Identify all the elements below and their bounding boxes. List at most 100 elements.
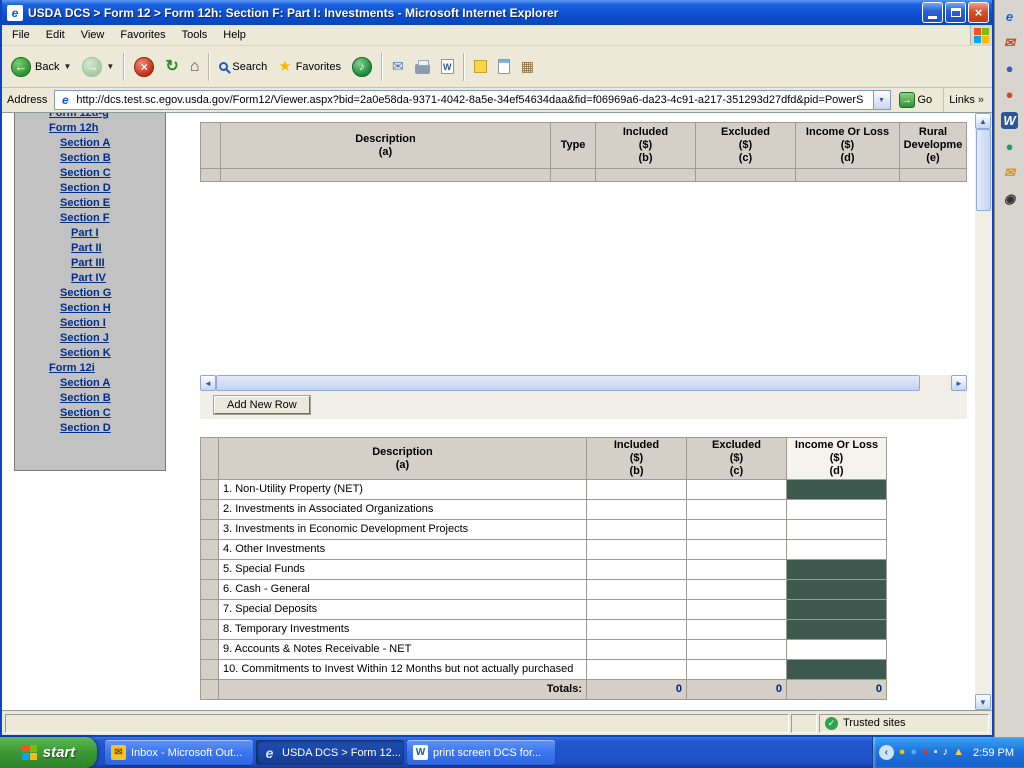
sidebar-link[interactable]: Section D	[15, 421, 165, 436]
included-cell[interactable]	[587, 580, 687, 600]
add-new-row-button[interactable]: Add New Row	[214, 396, 310, 414]
menu-item-tools[interactable]: Tools	[174, 26, 216, 44]
minimize-button[interactable]	[922, 2, 943, 23]
scroll-right-icon[interactable]: ►	[951, 375, 967, 391]
scroll-down-icon[interactable]: ▼	[975, 694, 991, 710]
excluded-cell[interactable]	[687, 660, 787, 680]
search-button[interactable]: Search	[214, 57, 272, 77]
menu-item-file[interactable]: File	[4, 26, 38, 44]
sidebar-link[interactable]: Section G	[15, 286, 165, 301]
refresh-button[interactable]: ↻	[160, 55, 183, 78]
close-button[interactable]: ×	[968, 2, 989, 23]
excluded-cell[interactable]	[687, 620, 787, 640]
sidebar-link[interactable]: Section D	[15, 181, 165, 196]
go-button[interactable]: → Go	[896, 91, 939, 109]
scroll-left-icon[interactable]: ◄	[200, 375, 216, 391]
menu-item-help[interactable]: Help	[215, 26, 254, 44]
ie-icon[interactable]: e	[1001, 8, 1018, 25]
mail-button[interactable]: ✉	[387, 55, 409, 78]
sidebar-link[interactable]: Section B	[15, 391, 165, 406]
back-button[interactable]: ← Back ▼	[6, 53, 76, 81]
included-cell[interactable]	[587, 560, 687, 580]
income-cell[interactable]	[787, 520, 887, 540]
included-cell[interactable]	[587, 500, 687, 520]
volume-icon[interactable]: ♪	[943, 747, 949, 758]
discuss-button[interactable]: ▦	[516, 55, 539, 78]
print-button[interactable]	[410, 56, 435, 78]
horizontal-scrollbar[interactable]: ◄ ►	[200, 375, 967, 391]
menu-item-view[interactable]: View	[73, 26, 113, 44]
app-blue-icon[interactable]: ●	[1001, 60, 1018, 77]
sidebar-link[interactable]: Section H	[15, 301, 165, 316]
realplayer-icon[interactable]: ●	[1001, 86, 1018, 103]
included-cell[interactable]	[587, 620, 687, 640]
excluded-cell[interactable]	[687, 580, 787, 600]
excluded-cell[interactable]	[687, 560, 787, 580]
outlook-icon[interactable]: ✉	[1001, 164, 1018, 181]
income-cell[interactable]	[787, 640, 887, 660]
word-icon[interactable]: W	[1001, 112, 1018, 129]
sidebar-link[interactable]: Section I	[15, 316, 165, 331]
sidebar-link[interactable]: Section C	[15, 406, 165, 421]
start-button[interactable]: start	[0, 737, 97, 768]
excluded-cell[interactable]	[687, 480, 787, 500]
taskbar-button-word[interactable]: Wprint screen DCS for...	[407, 740, 555, 765]
update-icon[interactable]: ●	[910, 747, 917, 758]
taskbar-button-outlook[interactable]: ✉Inbox - Microsoft Out...	[105, 740, 253, 765]
included-cell[interactable]	[587, 520, 687, 540]
back-dropdown-icon[interactable]: ▼	[63, 62, 71, 71]
sidebar-link[interactable]: Section E	[15, 196, 165, 211]
stop-button[interactable]: ×	[129, 53, 159, 81]
sidebar-link[interactable]: Part II	[15, 241, 165, 256]
included-cell[interactable]	[587, 540, 687, 560]
security-icon[interactable]: ●	[899, 747, 906, 758]
home-button[interactable]: ⌂	[185, 55, 205, 78]
sidebar-link[interactable]: Section A	[15, 136, 165, 151]
forward-dropdown-icon[interactable]: ▼	[106, 62, 114, 71]
sidebar-link[interactable]: Form 12h	[15, 121, 165, 136]
sidebar-link[interactable]: Section K	[15, 346, 165, 361]
favorites-button[interactable]: ★ Favorites	[273, 55, 346, 78]
title-bar[interactable]: e USDA DCS > Form 12 > Form 12h: Section…	[2, 0, 992, 25]
edit-button[interactable]: W	[436, 55, 459, 78]
included-cell[interactable]	[587, 660, 687, 680]
notes-button[interactable]	[469, 56, 492, 77]
menu-item-edit[interactable]: Edit	[38, 26, 73, 44]
sidebar-link[interactable]: Section J	[15, 331, 165, 346]
vertical-scrollbar[interactable]: ▲ ▼	[975, 113, 992, 710]
vertical-scroll-thumb[interactable]	[976, 129, 991, 211]
address-input[interactable]: e http://dcs.test.sc.egov.usda.gov/Form1…	[54, 90, 890, 110]
taskbar-button-ie[interactable]: eUSDA DCS > Form 12...	[256, 740, 404, 765]
excluded-cell[interactable]	[687, 500, 787, 520]
included-cell[interactable]	[587, 600, 687, 620]
sidebar-link[interactable]: Form 12d-g	[15, 113, 165, 121]
forward-button[interactable]: → ▼	[77, 53, 119, 81]
sidebar-link[interactable]: Part IV	[15, 271, 165, 286]
horizontal-scroll-track[interactable]	[216, 375, 951, 391]
excluded-cell[interactable]	[687, 600, 787, 620]
sidebar-link[interactable]: Section C	[15, 166, 165, 181]
horizontal-scroll-thumb[interactable]	[216, 375, 920, 391]
media-player-icon[interactable]: ◉	[1001, 190, 1018, 207]
sidebar-link[interactable]: Section F	[15, 211, 165, 226]
hide-tray-icons-button[interactable]: ‹	[879, 745, 894, 760]
included-cell[interactable]	[587, 480, 687, 500]
sidebar-link[interactable]: Section B	[15, 151, 165, 166]
excluded-cell[interactable]	[687, 540, 787, 560]
media-button[interactable]: ♪	[347, 53, 377, 81]
sidebar-link[interactable]: Section A	[15, 376, 165, 391]
restore-button[interactable]	[945, 2, 966, 23]
antivirus-icon[interactable]: ●	[922, 747, 929, 758]
msn-icon[interactable]: ●	[1001, 138, 1018, 155]
links-button[interactable]: Links »	[943, 88, 989, 112]
network-icon[interactable]: ▪	[934, 747, 938, 758]
excluded-cell[interactable]	[687, 640, 787, 660]
mail-icon[interactable]: ✉	[1001, 34, 1018, 51]
scroll-up-icon[interactable]: ▲	[975, 113, 991, 129]
income-cell[interactable]	[787, 500, 887, 520]
included-cell[interactable]	[587, 640, 687, 660]
menu-item-favorites[interactable]: Favorites	[112, 26, 173, 44]
sidebar-link[interactable]: Part III	[15, 256, 165, 271]
income-cell[interactable]	[787, 540, 887, 560]
address-dropdown-icon[interactable]: ▼	[873, 91, 890, 109]
